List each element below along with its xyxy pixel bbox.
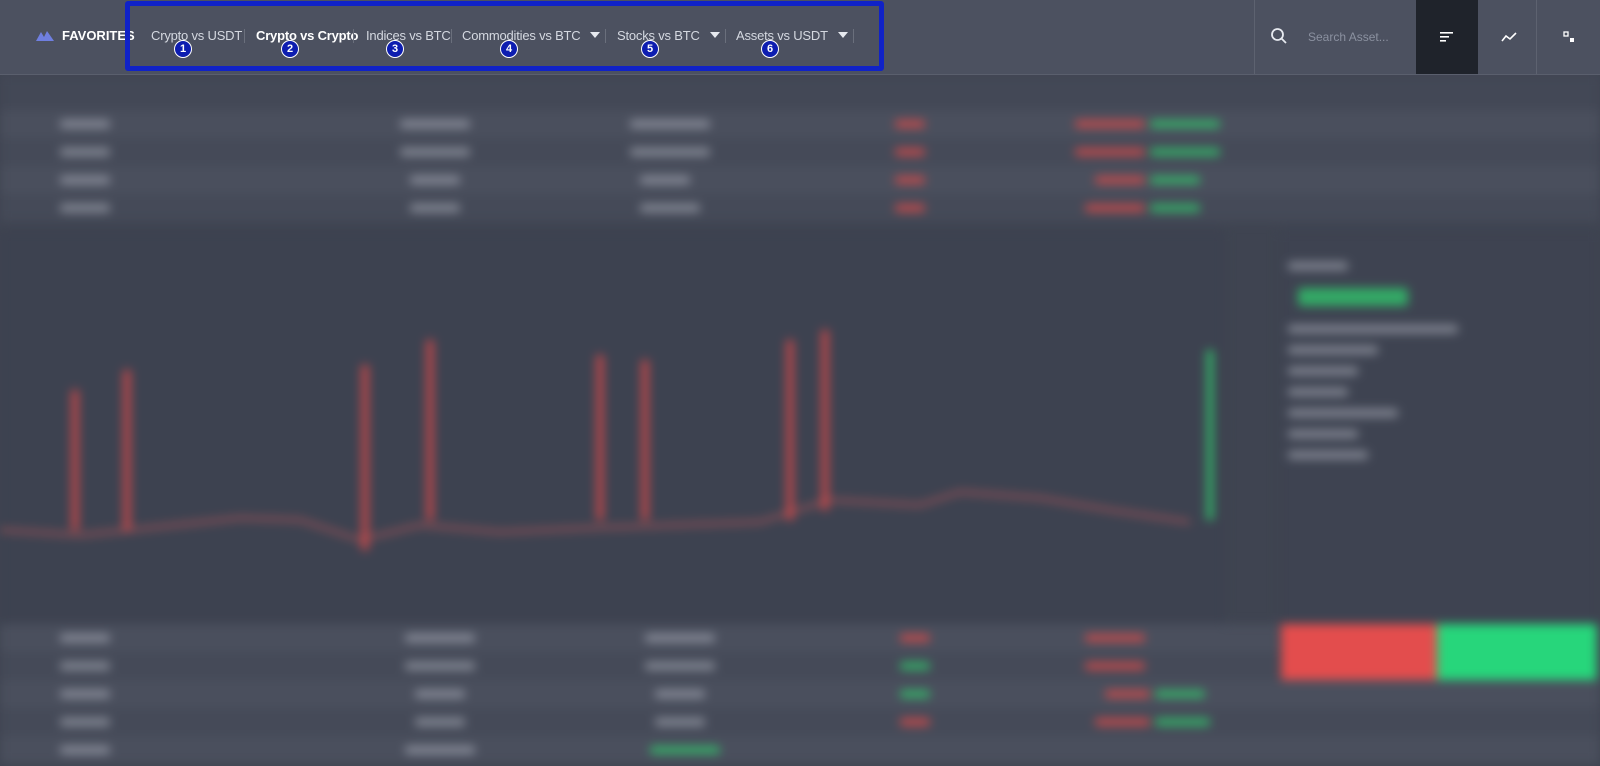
- favorites-link[interactable]: FAVORITES: [36, 25, 135, 45]
- tab-divider: [605, 29, 606, 43]
- chevron-down-icon: [590, 32, 601, 38]
- tab-divider: [853, 29, 854, 43]
- tab-number-badge: 1: [174, 40, 192, 58]
- tab-assets-vs-usdt[interactable]: Assets vs USDT: [736, 25, 848, 45]
- favorites-label: FAVORITES: [62, 27, 135, 43]
- tab-divider: [451, 29, 452, 43]
- tab-label: Crypto vs Crypto: [256, 27, 359, 43]
- table-row: [0, 652, 1278, 680]
- list-view-icon: [1440, 32, 1453, 42]
- tab-label: Assets vs USDT: [736, 27, 828, 43]
- blurred-trading-view: [0, 74, 1600, 766]
- tab-crypto-vs-usdt[interactable]: Crypto vs USDT: [151, 25, 242, 45]
- chevron-down-icon: [837, 32, 848, 38]
- tab-number-badge: 6: [761, 40, 779, 58]
- tab-divider: [244, 29, 245, 43]
- tab-label: Crypto vs USDT: [151, 27, 243, 43]
- search-asset-input[interactable]: [1306, 24, 1410, 50]
- line-chart-button[interactable]: [1478, 0, 1540, 74]
- grid-layout-button[interactable]: [1538, 0, 1600, 74]
- table-header: [0, 74, 1600, 110]
- list-view-button[interactable]: [1416, 0, 1478, 74]
- tab-stocks-vs-btc[interactable]: Stocks vs BTC: [617, 25, 720, 45]
- table-row: [0, 680, 1600, 708]
- table-row: [0, 708, 1600, 736]
- tab-commodities-vs-btc[interactable]: Commodities vs BTC: [462, 25, 601, 45]
- tab-label: Commodities vs BTC: [462, 27, 581, 43]
- grid-layout-icon: [1563, 31, 1574, 42]
- tab-crypto-vs-crypto[interactable]: Crypto vs Crypto: [256, 25, 358, 45]
- tab-label: Indices vs BTC: [366, 27, 451, 43]
- toolbar-divider: [1536, 0, 1537, 74]
- tab-label: Stocks vs BTC: [617, 27, 700, 43]
- chevron-down-icon: [709, 32, 720, 38]
- table-row: [0, 194, 1600, 222]
- tab-divider: [353, 29, 354, 43]
- line-chart-icon: [1501, 32, 1517, 42]
- table-row: [0, 736, 1600, 764]
- table-row: [0, 624, 1278, 652]
- tab-divider: [725, 29, 726, 43]
- table-row: [0, 110, 1600, 138]
- search-icon[interactable]: [1270, 27, 1288, 45]
- toolbar-divider: [1254, 0, 1255, 74]
- tab-number-badge: 5: [641, 40, 659, 58]
- tab-number-badge: 3: [386, 40, 404, 58]
- mountain-logo-icon: [36, 31, 54, 41]
- tab-number-badge: 4: [500, 40, 518, 58]
- tab-indices-vs-btc[interactable]: Indices vs BTC: [366, 25, 451, 45]
- top-navigation-bar: FAVORITES Crypto vs USDT Crypto vs Crypt…: [0, 0, 1600, 75]
- tab-number-badge: 2: [281, 40, 299, 58]
- table-row: [0, 166, 1600, 194]
- table-row: [0, 138, 1600, 166]
